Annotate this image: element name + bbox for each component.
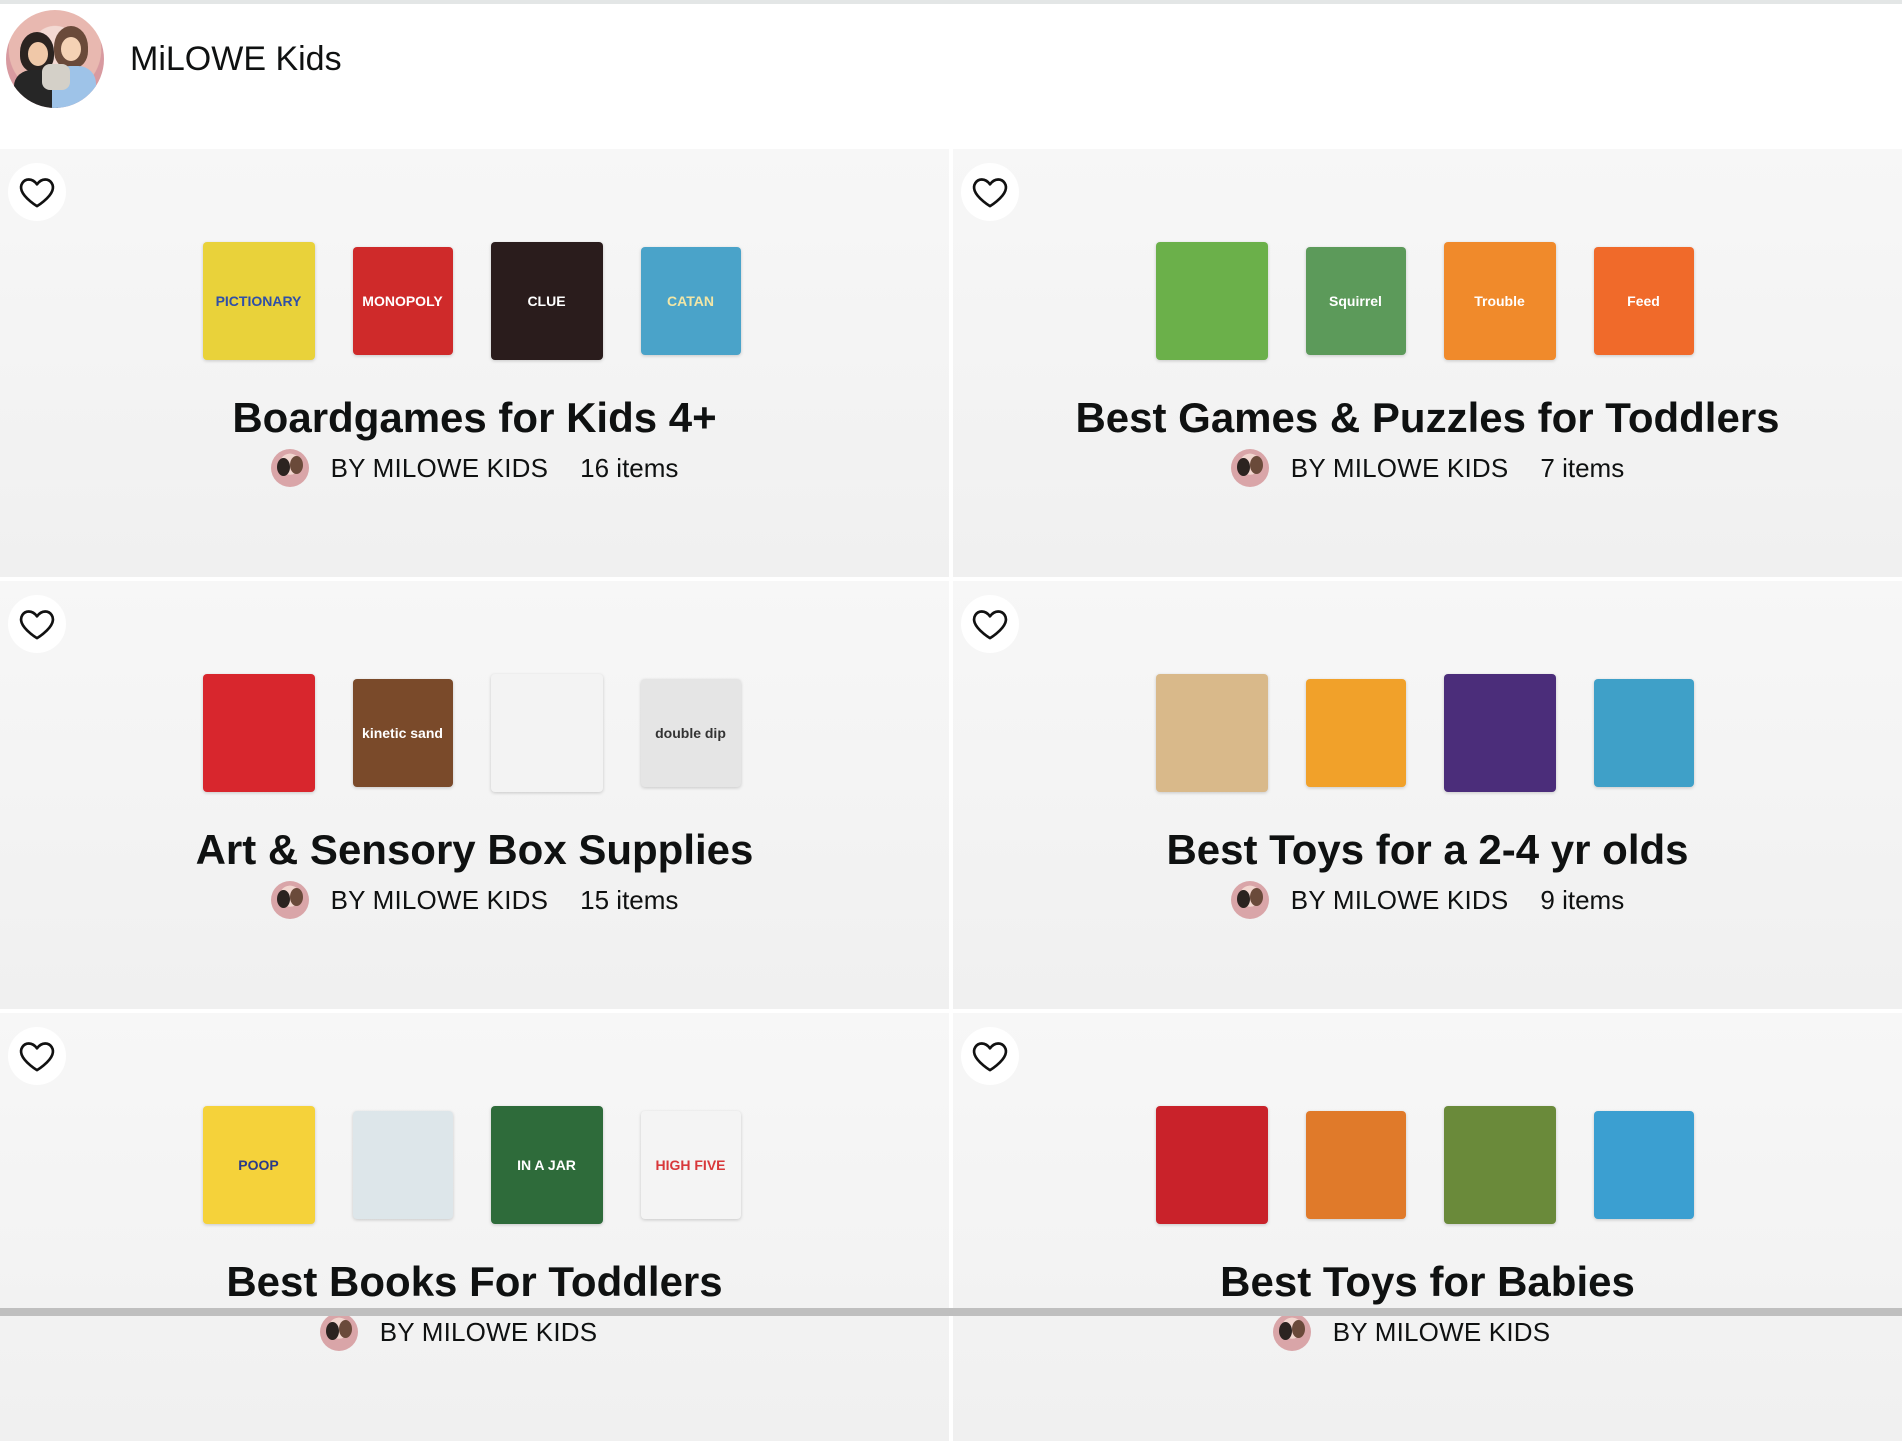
list-meta: BY MILOWE KIDS 15 items	[0, 881, 949, 919]
product-thumbnails	[953, 1101, 1902, 1229]
item-count: 15 items	[580, 884, 679, 915]
creator-avatar	[270, 881, 309, 919]
heart-icon[interactable]	[961, 595, 1019, 653]
creator-label: BY MILOWE KIDS	[379, 1316, 598, 1347]
heart-icon[interactable]	[961, 163, 1019, 221]
list-title[interactable]: Best Toys for a 2-4 yr olds	[953, 826, 1902, 874]
heart-icon[interactable]	[8, 595, 66, 653]
list-title[interactable]: Best Books For Toddlers	[0, 1258, 949, 1306]
product-thumbnails: kinetic sand double dip	[0, 669, 949, 797]
idea-list-card[interactable]: PICTIONARY MONOPOLY CLUE CATAN Boardgames fo…	[0, 149, 949, 577]
product-thumbnail[interactable]	[1296, 1103, 1416, 1227]
item-count: 7 items	[1540, 452, 1625, 483]
scrollbar-track	[0, 1308, 1902, 1316]
idea-list-card[interactable]: kinetic sand double dip Art & Sensory Box …	[0, 581, 949, 1009]
product-thumbnail[interactable]: Trouble	[1440, 239, 1560, 363]
product-thumbnail[interactable]: HIGH FIVE	[631, 1103, 751, 1227]
product-thumbnails: PICTIONARY MONOPOLY CLUE CATAN	[0, 237, 949, 365]
shop-name[interactable]: MiLOWE Kids	[130, 40, 342, 79]
product-thumbnail[interactable]: double dip	[631, 671, 751, 795]
list-meta: BY MILOWE KIDS	[953, 1313, 1902, 1351]
product-thumbnails: Squirrel Trouble Feed	[953, 237, 1902, 365]
item-count: 16 items	[580, 452, 679, 483]
product-thumbnail[interactable]: kinetic sand	[343, 671, 463, 795]
list-meta: BY MILOWE KIDS 16 items	[0, 449, 949, 487]
shop-header: MiLOWE Kids	[0, 4, 1902, 149]
product-thumbnails	[953, 669, 1902, 797]
product-thumbnail[interactable]	[1440, 671, 1560, 795]
creator-label: BY MILOWE KIDS	[1290, 884, 1509, 915]
shop-avatar[interactable]	[6, 10, 104, 108]
product-thumbnail[interactable]: PICTIONARY	[199, 239, 319, 363]
product-thumbnail[interactable]	[1584, 671, 1704, 795]
product-thumbnail[interactable]	[343, 1103, 463, 1227]
product-thumbnail[interactable]	[1152, 239, 1272, 363]
product-thumbnail[interactable]: IN A JAR	[487, 1103, 607, 1227]
product-thumbnail[interactable]: Feed	[1584, 239, 1704, 363]
product-thumbnail[interactable]	[487, 671, 607, 795]
product-thumbnail[interactable]	[199, 671, 319, 795]
product-thumbnail[interactable]: CLUE	[487, 239, 607, 363]
list-meta: BY MILOWE KIDS 9 items	[953, 881, 1902, 919]
heart-icon[interactable]	[961, 1027, 1019, 1085]
creator-avatar	[319, 1313, 358, 1351]
list-title[interactable]: Boardgames for Kids 4+	[0, 394, 949, 442]
creator-avatar	[1230, 449, 1269, 487]
creator-avatar	[270, 449, 309, 487]
creator-avatar	[1230, 881, 1269, 919]
product-thumbnail[interactable]: MONOPOLY	[343, 239, 463, 363]
creator-label: BY MILOWE KIDS	[1332, 1316, 1551, 1347]
product-thumbnail[interactable]	[1584, 1103, 1704, 1227]
list-title[interactable]: Best Toys for Babies	[953, 1258, 1902, 1306]
product-thumbnail[interactable]	[1440, 1103, 1560, 1227]
list-meta: BY MILOWE KIDS	[0, 1313, 949, 1351]
idea-list-card[interactable]: Best Toys for a 2-4 yr olds BY MILOWE KID…	[953, 581, 1902, 1009]
heart-icon[interactable]	[8, 163, 66, 221]
list-meta: BY MILOWE KIDS 7 items	[953, 449, 1902, 487]
idea-list-card[interactable]: Squirrel Trouble Feed Best Games & Puzzles …	[953, 149, 1902, 577]
creator-label: BY MILOWE KIDS	[330, 452, 549, 483]
item-count: 9 items	[1540, 884, 1625, 915]
product-thumbnail[interactable]: CATAN	[631, 239, 751, 363]
product-thumbnail[interactable]: Squirrel	[1296, 239, 1416, 363]
product-thumbnail[interactable]	[1152, 671, 1272, 795]
creator-label: BY MILOWE KIDS	[1290, 452, 1509, 483]
list-title[interactable]: Art & Sensory Box Supplies	[0, 826, 949, 874]
creator-label: BY MILOWE KIDS	[330, 884, 549, 915]
product-thumbnail[interactable]	[1296, 671, 1416, 795]
idea-list-card[interactable]: Best Toys for Babies BY MILOWE KIDS	[953, 1013, 1902, 1441]
product-thumbnail[interactable]: POOP	[199, 1103, 319, 1227]
product-thumbnail[interactable]	[1152, 1103, 1272, 1227]
creator-avatar	[1272, 1313, 1311, 1351]
product-thumbnails: POOP IN A JAR HIGH FIVE	[0, 1101, 949, 1229]
idea-list-card[interactable]: POOP IN A JAR HIGH FIVE Best Books For Todd…	[0, 1013, 949, 1441]
heart-icon[interactable]	[8, 1027, 66, 1085]
list-title[interactable]: Best Games & Puzzles for Toddlers	[953, 394, 1902, 442]
